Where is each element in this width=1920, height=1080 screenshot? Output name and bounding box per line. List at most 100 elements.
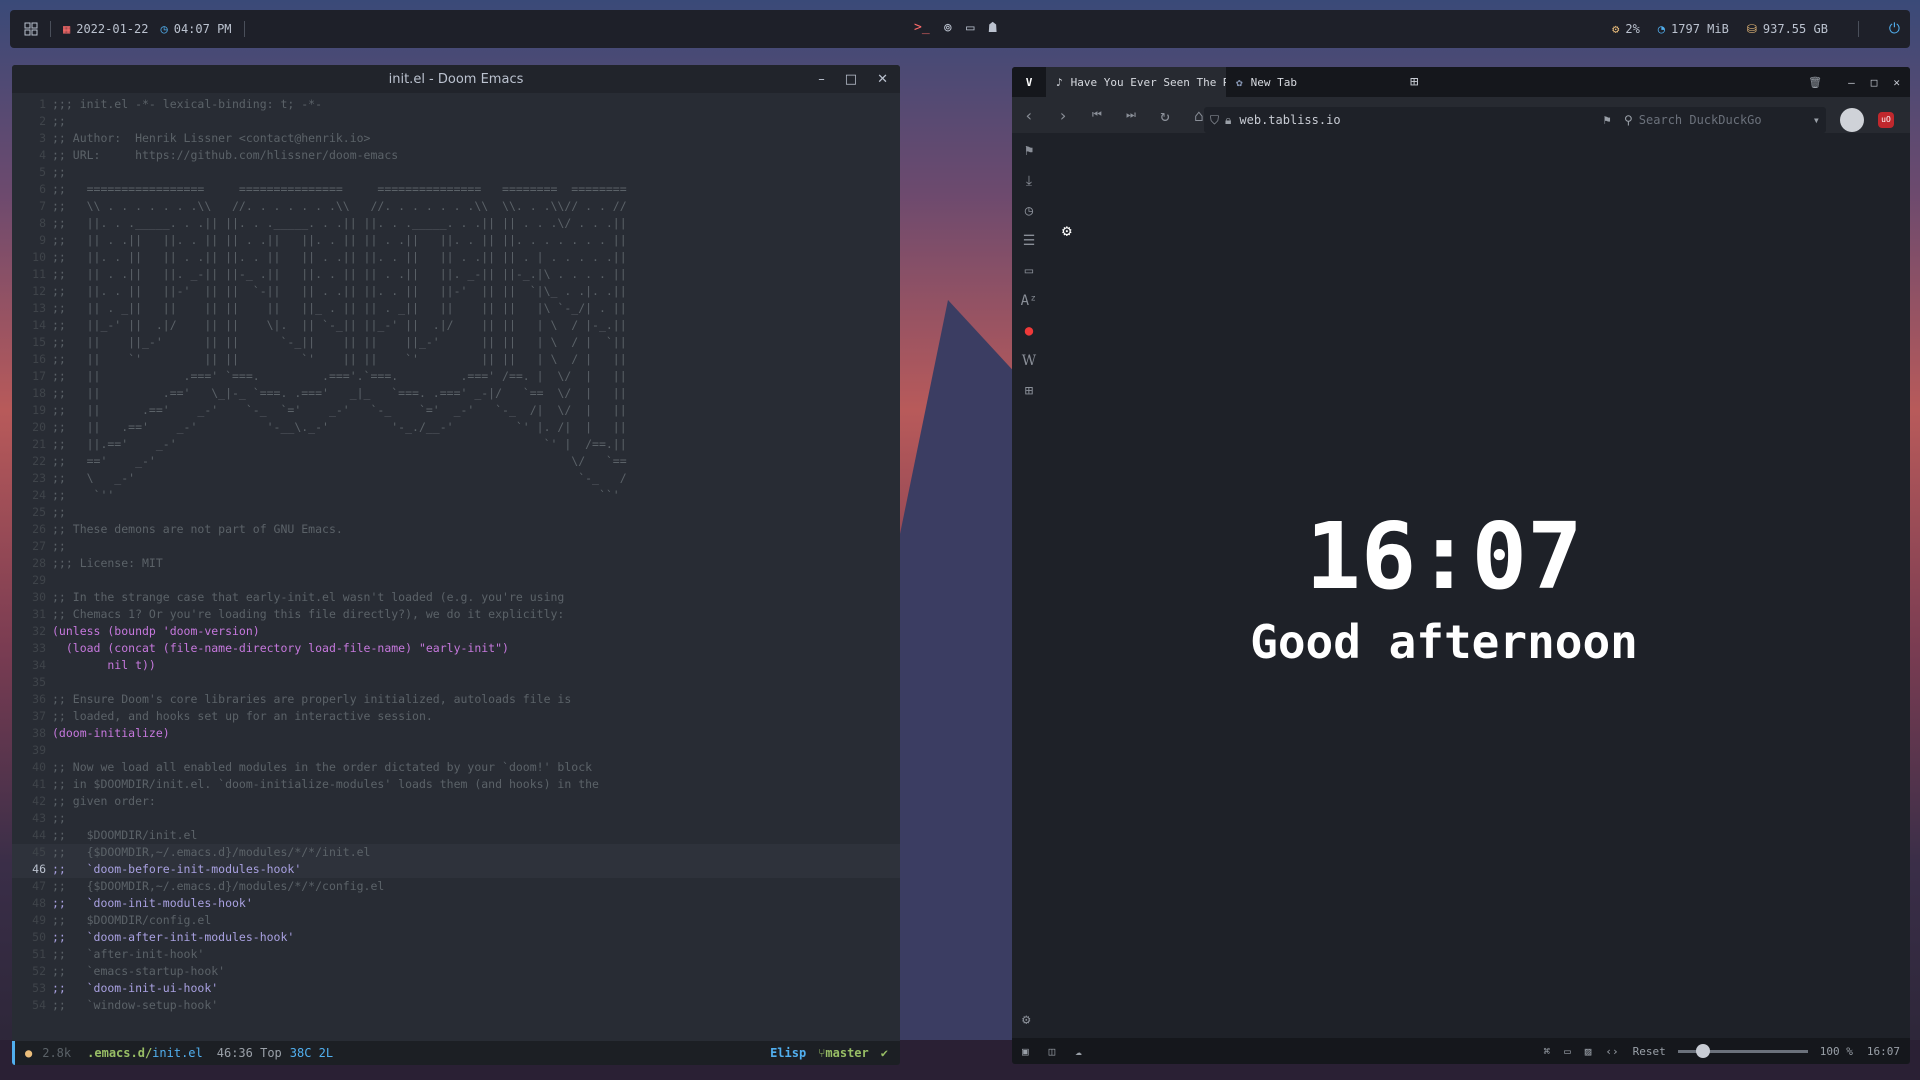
- panel-toggle-icon[interactable]: ▣: [1022, 1045, 1029, 1058]
- code-line[interactable]: 1 ;;; init.el -*- lexical-binding: t; -*-: [12, 96, 900, 113]
- code-line[interactable]: 51 ;; `after-init-hook': [12, 946, 900, 963]
- maximize-icon[interactable]: □: [1871, 76, 1878, 89]
- downloads-icon[interactable]: ⤓: [1026, 173, 1032, 189]
- code-line[interactable]: 54 ;; `window-setup-hook': [12, 997, 900, 1014]
- code-line[interactable]: 2;;: [12, 113, 900, 130]
- close-icon[interactable]: ✕: [1893, 76, 1900, 89]
- code-icon[interactable]: ‹›: [1605, 1045, 1618, 1058]
- minimize-icon[interactable]: –: [818, 72, 825, 87]
- minimize-icon[interactable]: –: [1848, 76, 1855, 89]
- code-line[interactable]: 38 (doom-initialize): [12, 725, 900, 742]
- code-line[interactable]: 42 ;; given order:: [12, 793, 900, 810]
- code-line[interactable]: 24 ;; `'' ``': [12, 487, 900, 504]
- code-line[interactable]: 20 ;; || .==' _-' '-__\._-' '-_./__-' `' …: [12, 419, 900, 436]
- code-line[interactable]: 30 ;; In the strange case that early-init…: [12, 589, 900, 606]
- tile-icon[interactable]: ◫: [1049, 1045, 1056, 1058]
- rewind-icon[interactable]: ⏮: [1080, 108, 1114, 122]
- tab-new-tab[interactable]: ✿ New Tab: [1226, 67, 1406, 97]
- ublock-icon[interactable]: uO: [1878, 112, 1894, 128]
- shield-icon[interactable]: ⛉: [1210, 113, 1219, 128]
- power-icon[interactable]: ⏻: [1889, 21, 1900, 37]
- code-line[interactable]: 34 nil t)): [12, 657, 900, 674]
- code-line[interactable]: 19 ;; || .==' _-' `-_ `=' _-' `-_ `=' _-'…: [12, 402, 900, 419]
- code-line[interactable]: 28 ;;; License: MIT: [12, 555, 900, 572]
- cat-icon[interactable]: ☗: [989, 20, 997, 36]
- folder-icon[interactable]: ▭: [966, 20, 974, 36]
- code-line[interactable]: 4 ;; URL: https://github.com/hlissner/doo…: [12, 147, 900, 164]
- code-line[interactable]: 12 ;; ||. . || ||-' || || `-|| || . .|| |…: [12, 283, 900, 300]
- code-line[interactable]: 37 ;; loaded, and hooks set up for an int…: [12, 708, 900, 725]
- vivaldi-icon[interactable]: ●: [1025, 323, 1033, 339]
- code-line[interactable]: 39: [12, 742, 900, 759]
- new-tab-icon[interactable]: ⊞: [1410, 74, 1418, 90]
- code-line[interactable]: 23 ;; \ _-' `-_ /: [12, 470, 900, 487]
- code-line[interactable]: 15 ;; || ||_-' || || `-_|| || || ||_-' ||…: [12, 334, 900, 351]
- bookmark-icon[interactable]: ⚑: [1604, 113, 1611, 127]
- code-line[interactable]: 17 ;; || .===' `===. .==='.`===. .===' /=…: [12, 368, 900, 385]
- zoom-slider-thumb[interactable]: [1695, 1043, 1710, 1058]
- back-icon[interactable]: ‹: [1012, 106, 1046, 125]
- code-line[interactable]: 45 ;; {$DOOMDIR,~/.emacs.d}/modules/*/*/i…: [12, 844, 900, 861]
- search-field[interactable]: ⚲ Search DuckDuckGo ▾: [1618, 107, 1826, 133]
- code-line[interactable]: 7 ;; \\ . . . . . . .\\ //. . . . . . .\\…: [12, 198, 900, 215]
- fast-forward-icon[interactable]: ⏭: [1114, 108, 1148, 122]
- major-mode[interactable]: Elisp: [770, 1046, 806, 1060]
- code-line[interactable]: 31 ;; Chemacs 1? Or you're loading this f…: [12, 606, 900, 623]
- translate-icon[interactable]: Aᶻ: [1021, 293, 1038, 309]
- code-line[interactable]: 8 ;; ||. . ._____. . .|| ||. . ._____. . …: [12, 215, 900, 232]
- code-line[interactable]: 21 ;; ||.==' _-' `' | /==.||: [12, 436, 900, 453]
- code-line[interactable]: 25;;: [12, 504, 900, 521]
- code-line[interactable]: 9 ;; || . .|| ||. . || || . .|| ||. . || …: [12, 232, 900, 249]
- zoom-slider[interactable]: [1677, 1043, 1808, 1058]
- code-line[interactable]: 46 ;; `doom-before-init-modules-hook': [12, 861, 900, 878]
- bookmarks-icon[interactable]: ⚑: [1025, 143, 1033, 159]
- terminal-icon[interactable]: >_: [914, 20, 930, 36]
- code-line[interactable]: 52 ;; `emacs-startup-hook': [12, 963, 900, 980]
- profile-icon[interactable]: [1840, 108, 1864, 132]
- code-line[interactable]: 3 ;; Author: Henrik Lissner <contact@henr…: [12, 130, 900, 147]
- code-line[interactable]: 32 (unless (boundp 'doom-version): [12, 623, 900, 640]
- vivaldi-menu-icon[interactable]: V: [1012, 76, 1046, 89]
- code-line[interactable]: 6 ;; ================= =============== ==…: [12, 181, 900, 198]
- add-panel-icon[interactable]: ⊞: [1025, 383, 1033, 399]
- code-line[interactable]: 29: [12, 572, 900, 589]
- close-icon[interactable]: ✕: [877, 72, 888, 87]
- code-line[interactable]: 33 (load (concat (file-name-directory lo…: [12, 640, 900, 657]
- reload-icon[interactable]: ↻: [1148, 106, 1182, 125]
- code-line[interactable]: 26 ;; These demons are not part of GNU Em…: [12, 521, 900, 538]
- code-line[interactable]: 11 ;; || . .|| ||. _-|| ||-_ .|| ||. . ||…: [12, 266, 900, 283]
- code-line[interactable]: 27;;: [12, 538, 900, 555]
- code-line[interactable]: 43;;: [12, 810, 900, 827]
- code-line[interactable]: 41 ;; in $DOOMDIR/init.el. `doom-initiali…: [12, 776, 900, 793]
- window-panel-icon[interactable]: ▭: [1025, 263, 1033, 279]
- code-line[interactable]: 48 ;; `doom-init-modules-hook': [12, 895, 900, 912]
- code-line[interactable]: 22 ;; ==' _-' \/ `==: [12, 453, 900, 470]
- code-line[interactable]: 5;;: [12, 164, 900, 181]
- address-bar[interactable]: ⛉ 🔒︎ web.tabliss.io ⚑ ▾: [1204, 107, 1634, 133]
- apps-icon[interactable]: [24, 22, 38, 36]
- editor-buffer[interactable]: 1 ;;; init.el -*- lexical-binding: t; -*-…: [12, 96, 900, 1046]
- code-line[interactable]: 36 ;; Ensure Doom's core libraries are pr…: [12, 691, 900, 708]
- code-line[interactable]: 13 ;; || . _|| || || || || ||_ . || || . …: [12, 300, 900, 317]
- zoom-reset[interactable]: Reset: [1633, 1045, 1666, 1058]
- tab-music[interactable]: ♪ Have You Ever Seen The R: [1046, 67, 1226, 97]
- code-line[interactable]: 16 ;; || `' || || `' || || `' || || | \ /…: [12, 351, 900, 368]
- code-line[interactable]: 47 ;; {$DOOMDIR,~/.emacs.d}/modules/*/*/c…: [12, 878, 900, 895]
- forward-icon[interactable]: ›: [1046, 106, 1080, 125]
- git-branch[interactable]: master: [825, 1046, 868, 1060]
- code-line[interactable]: 53 ;; `doom-init-ui-hook': [12, 980, 900, 997]
- maximize-icon[interactable]: □: [845, 72, 857, 87]
- code-line[interactable]: 35: [12, 674, 900, 691]
- notes-icon[interactable]: ☰: [1023, 233, 1036, 249]
- code-line[interactable]: 14 ;; ||_-' || .|/ || || \|. || `-_|| ||_…: [12, 317, 900, 334]
- cloud-icon[interactable]: ☁: [1075, 1045, 1082, 1058]
- image-icon[interactable]: ▨: [1585, 1045, 1592, 1058]
- code-line[interactable]: 49 ;; $DOOMDIR/config.el: [12, 912, 900, 929]
- wikipedia-icon[interactable]: W: [1022, 353, 1036, 369]
- code-line[interactable]: 18 ;; || .==' \_|-_ `===. .===' _|_ `===.…: [12, 385, 900, 402]
- code-line[interactable]: 10 ;; ||. . || || . .|| ||. . || || . .||…: [12, 249, 900, 266]
- code-line[interactable]: 50 ;; `doom-after-init-modules-hook': [12, 929, 900, 946]
- code-line[interactable]: 40 ;; Now we load all enabled modules in …: [12, 759, 900, 776]
- camera-icon[interactable]: ⌘: [1544, 1045, 1551, 1058]
- settings-icon[interactable]: ⚙: [1022, 1012, 1030, 1028]
